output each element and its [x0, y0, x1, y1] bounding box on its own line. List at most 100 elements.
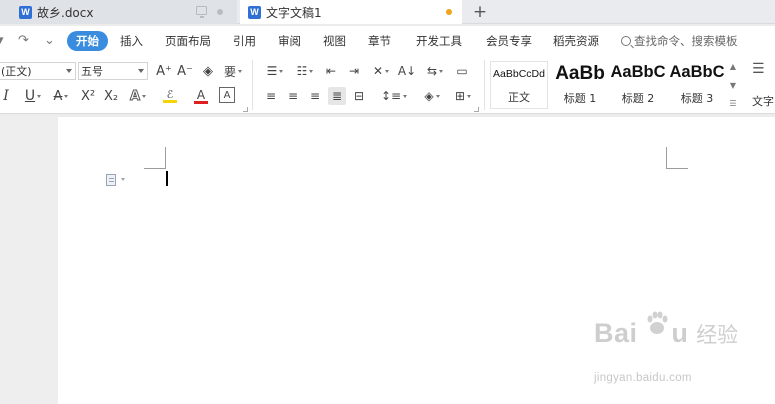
- page-corner-mark-top-right: [666, 147, 688, 169]
- effects-glyph: A: [129, 88, 141, 104]
- quick-access-more-icon[interactable]: ⌄: [44, 33, 55, 48]
- shading-icon[interactable]: ◈: [420, 87, 444, 105]
- home-ribbon: (正文) 五号 A⁺ A⁻ ◈ 要 I U A X² X₂ A ℰ A A ☰ …: [0, 56, 775, 114]
- menu-home[interactable]: 开始: [67, 31, 108, 51]
- increase-indent-icon[interactable]: ⇥: [345, 62, 363, 80]
- style-sample: AaBbC: [669, 63, 725, 81]
- font-name-select[interactable]: (正文): [0, 62, 76, 80]
- page-corner-mark-top-left: [144, 147, 166, 169]
- italic-icon[interactable]: I: [0, 87, 12, 105]
- menu-references[interactable]: 引用: [233, 33, 256, 49]
- highlight-color-bar: [163, 100, 177, 103]
- menu-docer-resources[interactable]: 稻壳资源: [553, 33, 599, 49]
- align-left-icon[interactable]: ≡: [262, 87, 280, 105]
- menu-page-layout[interactable]: 页面布局: [165, 33, 211, 49]
- baidu-paw-icon: [647, 311, 668, 334]
- tab-document-guxiang[interactable]: W 故乡.docx: [0, 0, 237, 24]
- quick-access-chevron-icon[interactable]: ▾: [0, 33, 4, 48]
- editing-workspace: [0, 115, 775, 404]
- borders-icon[interactable]: ⊞: [450, 87, 476, 105]
- menu-chapter[interactable]: 章节: [368, 33, 391, 49]
- bullet-list-icon[interactable]: ☰: [262, 62, 288, 80]
- grow-font-icon[interactable]: A⁺: [155, 62, 173, 80]
- menu-view[interactable]: 视图: [323, 33, 346, 49]
- superscript-icon[interactable]: X²: [78, 87, 98, 105]
- text-direction-icon[interactable]: A↓: [398, 62, 416, 80]
- style-heading-2[interactable]: AaBbC 标题 2: [609, 61, 667, 109]
- chinese-layout-icon[interactable]: ✕: [368, 62, 394, 80]
- align-center-icon[interactable]: ≡: [284, 87, 302, 105]
- watermark-brand-cn: 经验: [696, 323, 739, 347]
- group-separator: [252, 60, 253, 110]
- watermark-brand-tail: u: [671, 318, 689, 348]
- sort-icon[interactable]: ⇆: [422, 62, 448, 80]
- highlight-color-icon[interactable]: ℰ: [157, 87, 183, 105]
- style-name: 标题 1: [563, 92, 597, 105]
- highlight-glyph: ℰ: [166, 88, 174, 101]
- monitor-icon[interactable]: [196, 6, 207, 18]
- new-tab-plus-icon[interactable]: +: [471, 2, 489, 22]
- distributed-align-icon[interactable]: ⊟: [350, 87, 368, 105]
- menu-developer[interactable]: 开发工具: [416, 33, 462, 49]
- expand-gallery-icon[interactable]: ☰: [729, 99, 736, 108]
- clear-format-icon[interactable]: ◈: [199, 62, 217, 80]
- line-spacing-icon[interactable]: ↕≡: [380, 87, 408, 105]
- text-tools-icon: ☰: [752, 61, 765, 77]
- align-right-icon[interactable]: ≡: [306, 87, 324, 105]
- menu-review[interactable]: 审阅: [278, 33, 301, 49]
- tab-title: 文字文稿1: [266, 5, 322, 20]
- text-tools-label: 文字: [752, 95, 774, 108]
- chevron-down-icon: [138, 69, 144, 73]
- ruler-icon[interactable]: ▭: [452, 62, 472, 80]
- chevron-up-icon[interactable]: ▲: [730, 62, 736, 71]
- font-color-icon[interactable]: A: [188, 87, 214, 105]
- style-heading-1[interactable]: AaBb 标题 1: [551, 61, 609, 109]
- text-tools-button[interactable]: ☰ 文字: [752, 61, 775, 109]
- tab-title: 故乡.docx: [37, 5, 94, 20]
- style-sample: AaBb: [555, 63, 605, 84]
- decrease-indent-icon[interactable]: ⇤: [322, 62, 340, 80]
- redo-icon[interactable]: ↷: [18, 33, 29, 48]
- subscript-icon[interactable]: X₂: [101, 87, 121, 105]
- style-sample: AaBbCcDd: [493, 68, 545, 80]
- word-doc-icon: W: [19, 5, 32, 19]
- watermark-brand: Bai: [594, 318, 638, 348]
- command-search[interactable]: 查找命令、搜索模板: [621, 33, 738, 49]
- paragraph-dialog-launcher-icon[interactable]: [474, 107, 479, 112]
- menu-bar: ▾ ↷ ⌄ 开始 插入 页面布局 引用 审阅 视图 章节 开发工具 会员专享 稻…: [0, 26, 775, 56]
- baidu-watermark: Bai u 经验: [594, 311, 739, 349]
- search-placeholder: 查找命令、搜索模板: [634, 34, 738, 48]
- font-dialog-launcher-icon[interactable]: [243, 107, 248, 112]
- character-border-icon[interactable]: A: [219, 87, 235, 103]
- unsaved-dot-icon[interactable]: [446, 9, 452, 15]
- chevron-down-icon[interactable]: ▼: [730, 81, 736, 90]
- underline-icon[interactable]: U: [20, 87, 46, 105]
- phonetic-glyph: 要: [223, 64, 236, 79]
- group-separator: [484, 60, 485, 110]
- document-page[interactable]: [58, 117, 775, 404]
- paragraph-layout-icon[interactable]: [106, 174, 116, 186]
- menu-insert[interactable]: 插入: [120, 33, 143, 49]
- shrink-font-icon[interactable]: A⁻: [176, 62, 194, 80]
- style-name: 标题 2: [621, 92, 655, 105]
- tab-bar: W 故乡.docx W 文字文稿1 +: [0, 0, 775, 24]
- style-name: 正文: [508, 91, 530, 104]
- style-gallery-scroll[interactable]: ▲ ▼ ☰: [727, 62, 739, 108]
- numbered-list-icon[interactable]: ☷: [292, 62, 318, 80]
- phonetic-guide-icon[interactable]: 要: [221, 62, 245, 80]
- left-margin-strip: [0, 115, 58, 404]
- style-sample: AaBbC: [610, 63, 666, 81]
- text-effects-icon[interactable]: A: [126, 87, 150, 105]
- chevron-down-icon[interactable]: [121, 178, 125, 181]
- style-name: 标题 3: [680, 92, 714, 105]
- font-color-glyph: A: [196, 87, 206, 102]
- tab-document-new[interactable]: W 文字文稿1: [240, 0, 462, 24]
- font-size-select[interactable]: 五号: [78, 62, 148, 80]
- strikethrough-icon[interactable]: A: [50, 87, 72, 105]
- justify-icon[interactable]: ≣: [328, 87, 346, 105]
- watermark-url: jingyan.baidu.com: [594, 372, 692, 384]
- menu-member[interactable]: 会员专享: [486, 33, 532, 49]
- style-heading-3[interactable]: AaBbC 标题 3: [668, 61, 726, 109]
- tab-close-dot-icon[interactable]: [217, 9, 223, 15]
- style-normal[interactable]: AaBbCcDd 正文: [490, 61, 548, 109]
